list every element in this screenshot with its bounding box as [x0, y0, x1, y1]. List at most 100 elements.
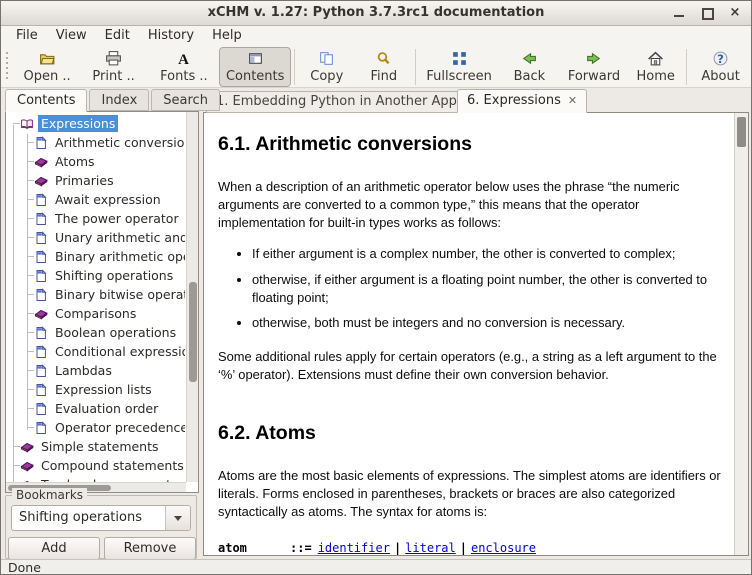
menu-file[interactable]: File [7, 26, 47, 46]
printer-icon [105, 50, 122, 67]
tree-item-arithmetic-conversions[interactable]: Arithmetic conversions [6, 133, 185, 152]
tree-item-label: Comparisons [52, 305, 139, 322]
forward-button[interactable]: Forward [560, 47, 628, 87]
tree-item-label: Expression lists [52, 381, 155, 398]
tree-item-label: Simple statements [38, 438, 162, 455]
tree-item-atoms[interactable]: Atoms [6, 152, 185, 171]
forward-button-label: Forward [568, 69, 620, 84]
bullet-list: If either argument is a complex number, … [218, 245, 726, 331]
contents-panel-icon [247, 50, 264, 67]
tree-item-simple-statements[interactable]: Simple statements [6, 437, 185, 456]
book-icon [20, 459, 34, 473]
link-identifier[interactable]: identifier [318, 541, 390, 555]
fullscreen-button[interactable]: Fullscreen [419, 47, 499, 87]
open-button[interactable]: Open .. [16, 47, 79, 87]
paragraph: Atoms are the most basic elements of exp… [218, 467, 726, 521]
tree-item-evaluation-order[interactable]: Evaluation order [6, 399, 185, 418]
menu-history[interactable]: History [139, 26, 203, 46]
print-button[interactable]: Print .. [78, 47, 148, 87]
contents-tree-panel: Expressions Arithmetic conversions Atoms… [5, 111, 199, 493]
status-bar: Done [1, 559, 751, 575]
document-tab-label: 6. Expressions [467, 93, 561, 108]
tree-item-binary-arithmetic[interactable]: Binary arithmetic operation [6, 247, 185, 266]
document-tab-expressions[interactable]: 6. Expressions ✕ [457, 89, 587, 113]
grammar-line: atom::=identifier|literal|enclosure [218, 539, 726, 555]
tree-item-label: Primaries [52, 172, 117, 189]
tab-search[interactable]: Search [151, 89, 220, 111]
tree-item-top-level-components[interactable]: Top-level components [6, 475, 185, 482]
open-button-label: Open .. [24, 69, 71, 84]
page-icon [34, 136, 48, 150]
page-icon [34, 326, 48, 340]
page-icon [34, 383, 48, 397]
close-icon[interactable]: × [729, 7, 741, 19]
bookmarks-dropdown[interactable]: Shifting operations [11, 505, 191, 531]
tab-contents[interactable]: Contents [5, 89, 87, 112]
home-icon [647, 50, 664, 67]
menu-help[interactable]: Help [203, 26, 251, 46]
tree-item-expressions[interactable]: Expressions [6, 114, 185, 133]
tree-item-power-operator[interactable]: The power operator [6, 209, 185, 228]
tree-item-operator-precedence[interactable]: Operator precedence [6, 418, 185, 437]
back-arrow-icon [521, 50, 538, 67]
menu-view[interactable]: View [47, 26, 96, 46]
about-button-label: About [701, 69, 739, 84]
tree-item-expression-lists[interactable]: Expression lists [6, 380, 185, 399]
page-icon [34, 402, 48, 416]
back-button[interactable]: Back [499, 47, 560, 87]
tree-item-compound-statements[interactable]: Compound statements [6, 456, 185, 475]
tree-item-binary-bitwise[interactable]: Binary bitwise operations [6, 285, 185, 304]
bookmarks-label: Bookmarks [12, 488, 87, 502]
book-icon [34, 307, 48, 321]
tree-item-lambdas[interactable]: Lambdas [6, 361, 185, 380]
window-controls: × [673, 1, 741, 25]
tree-item-shifting-operations[interactable]: Shifting operations [6, 266, 185, 285]
print-button-label: Print .. [92, 69, 134, 84]
tree-item-label: Boolean operations [52, 324, 179, 341]
back-button-label: Back [514, 69, 546, 84]
minimize-icon[interactable] [673, 7, 685, 19]
find-icon [375, 50, 392, 67]
section-heading-6-1: 6.1. Arithmetic conversions [218, 131, 726, 158]
tree-item-unary-arithmetic[interactable]: Unary arithmetic and bitwis [6, 228, 185, 247]
tree-item-comparisons[interactable]: Comparisons [6, 304, 185, 323]
tree-vertical-scrollbar[interactable] [186, 112, 198, 482]
link-literal[interactable]: literal [405, 541, 456, 555]
tree-item-conditional-expressions[interactable]: Conditional expressions [6, 342, 185, 361]
contents-button-label: Contents [226, 69, 284, 84]
remove-bookmark-button[interactable]: Remove [104, 537, 196, 560]
about-button[interactable]: About [690, 47, 751, 87]
home-button[interactable]: Home [628, 47, 683, 87]
content-vertical-scrollbar-thumb[interactable] [737, 117, 746, 147]
bullet-item: otherwise, if either argument is a float… [252, 271, 726, 307]
fonts-button[interactable]: Fonts .. [149, 47, 219, 87]
add-bookmark-button[interactable]: Add [8, 537, 100, 560]
tree-item-primaries[interactable]: Primaries [6, 171, 185, 190]
toolbar-grip[interactable] [5, 52, 10, 82]
tree-item-boolean-operations[interactable]: Boolean operations [6, 323, 185, 342]
toolbar: Open .. Print .. Fonts .. Contents Copy … [1, 46, 751, 88]
bullet-item: otherwise, both must be integers and no … [252, 314, 726, 332]
tab-close-icon[interactable]: ✕ [568, 94, 577, 107]
tree-item-label: The power operator [52, 210, 182, 227]
paragraph: Some additional rules apply for certain … [218, 348, 726, 384]
bookmarks-dropdown-button[interactable] [165, 506, 190, 530]
maximize-icon[interactable] [701, 7, 713, 19]
tree-item-await-expression[interactable]: Await expression [6, 190, 185, 209]
find-button[interactable]: Find [355, 47, 412, 87]
grammar-sep: | [460, 541, 467, 555]
content-vertical-scrollbar[interactable] [734, 113, 748, 555]
tab-index[interactable]: Index [89, 89, 149, 111]
section-heading-6-2: 6.2. Atoms [218, 420, 726, 447]
menu-edit[interactable]: Edit [96, 26, 139, 46]
copy-button[interactable]: Copy [298, 47, 355, 87]
bookmarks-group: Bookmarks Shifting operations Add Remove [5, 495, 197, 559]
title-bar[interactable]: xCHM v. 1.27: Python 3.7.3rc1 documentat… [1, 1, 751, 26]
contents-toggle-button[interactable]: Contents [219, 47, 291, 87]
link-enclosure[interactable]: enclosure [471, 541, 536, 555]
tree-item-label: Expressions [38, 115, 118, 132]
app-window: xCHM v. 1.27: Python 3.7.3rc1 documentat… [0, 0, 752, 575]
tree-vertical-scrollbar-thumb[interactable] [189, 282, 197, 382]
open-book-icon [20, 117, 34, 131]
document-view: 6.1. Arithmetic conversions When a descr… [203, 112, 749, 556]
